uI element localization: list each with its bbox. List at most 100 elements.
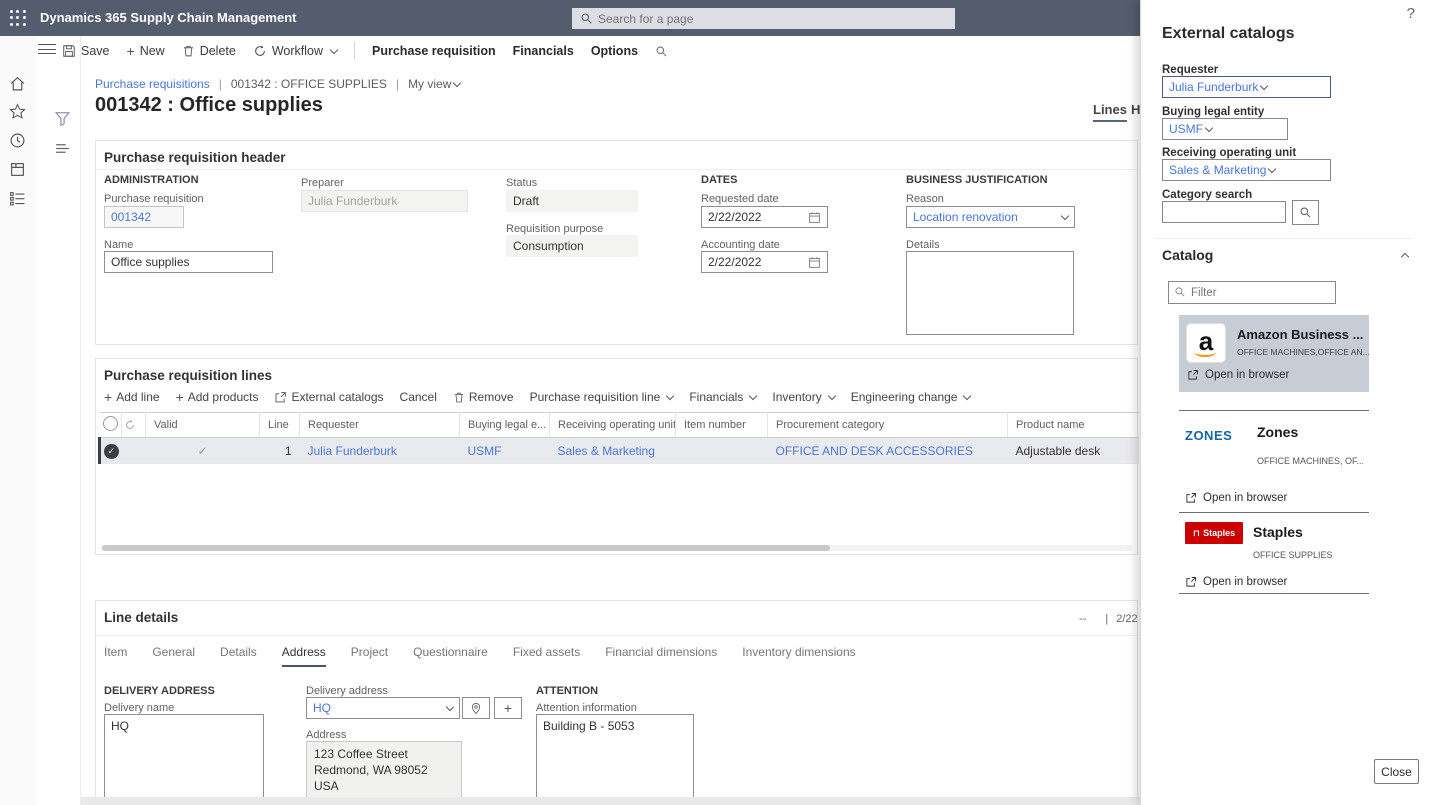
accounting-date-field[interactable]: 2/22/2022	[701, 251, 828, 273]
purchase-requisition-line-menu[interactable]: Purchase requisition line	[530, 390, 674, 404]
catalog-item-amazon[interactable]: a Amazon Business ... OFFICE MACHINES,OF…	[1179, 315, 1369, 392]
receiving-operating-unit-dropdown[interactable]: Sales & Marketing	[1162, 159, 1331, 181]
details-textarea[interactable]	[906, 251, 1074, 335]
search-input[interactable]	[572, 8, 955, 29]
section-title[interactable]: Line details	[104, 610, 178, 625]
view-selector[interactable]: My view	[408, 77, 460, 91]
requester-dropdown[interactable]: Julia Funderburk	[1162, 76, 1331, 98]
open-in-browser-link[interactable]: Open in browser	[1185, 576, 1287, 588]
tab-fixed-assets[interactable]: Fixed assets	[513, 645, 580, 667]
workflow-button[interactable]: Workflow	[253, 44, 337, 58]
attention-information-textarea[interactable]: Building B - 5053	[536, 714, 694, 804]
actionpane-search-icon[interactable]	[655, 45, 668, 58]
purchase-requisition-field[interactable]: 001342	[104, 206, 184, 228]
column-line[interactable]: Line	[260, 413, 300, 438]
delivery-address-dropdown[interactable]: HQ	[306, 697, 460, 719]
purchase-requisition-label: Purchase requisition	[104, 193, 204, 205]
tab-details[interactable]: Details	[220, 645, 257, 667]
app-launcher-icon[interactable]	[10, 10, 27, 27]
tab-lines[interactable]: Lines	[1093, 102, 1127, 122]
section-title[interactable]: Purchase requisition header	[104, 150, 286, 165]
close-button[interactable]: Close	[1374, 759, 1419, 784]
column-item-number[interactable]: Item number	[676, 413, 768, 438]
tab-general[interactable]: General	[152, 645, 195, 667]
add-address-button[interactable]: +	[494, 697, 522, 719]
requested-date-field[interactable]: 2/22/2022	[701, 206, 828, 228]
category-search-input[interactable]	[1162, 201, 1286, 223]
column-procurement-category[interactable]: Procurement category	[768, 413, 1008, 438]
tab-item[interactable]: Item	[104, 645, 127, 667]
chevron-up-icon[interactable]	[1401, 253, 1409, 261]
column-requester[interactable]: Requester	[300, 413, 460, 438]
app-title[interactable]: Dynamics 365 Supply Chain Management	[40, 0, 296, 36]
home-icon[interactable]	[9, 75, 27, 93]
engineering-change-menu[interactable]: Engineering change	[851, 390, 971, 404]
filter-funnel-icon[interactable]	[54, 110, 71, 127]
modules-list-icon[interactable]	[9, 190, 27, 208]
catalog-section-heading[interactable]: Catalog	[1162, 247, 1213, 263]
calendar-icon[interactable]	[808, 256, 821, 269]
workspaces-icon[interactable]	[9, 161, 27, 179]
delete-button[interactable]: Delete	[182, 44, 236, 58]
hamburger-menu-icon[interactable]	[38, 44, 56, 56]
external-catalogs-button[interactable]: External catalogs	[274, 390, 383, 404]
column-receiving-operating-unit[interactable]: Receiving operating unit	[550, 413, 676, 438]
row-buying-legal-entity-link[interactable]: USMF	[460, 438, 550, 464]
catalog-item-staples[interactable]: ⊓Staples Staples OFFICE SUPPLIES Open in…	[1179, 516, 1369, 593]
details-label: Details	[906, 239, 940, 251]
open-in-browser-link[interactable]: Open in browser	[1187, 369, 1289, 381]
tab-project[interactable]: Project	[351, 645, 388, 667]
cancel-button[interactable]: Cancel	[400, 390, 437, 404]
financials-menu[interactable]: Financials	[689, 390, 756, 404]
line-details-tabs: Item General Details Address Project Que…	[104, 645, 856, 667]
row-requester-link[interactable]: Julia Funderburk	[300, 438, 460, 464]
tab-options[interactable]: Options	[591, 44, 638, 58]
related-info-icon[interactable]	[54, 140, 71, 157]
tab-purchase-requisition[interactable]: Purchase requisition	[372, 44, 496, 58]
select-all-header[interactable]	[100, 413, 122, 438]
favorites-star-icon[interactable]	[9, 103, 27, 121]
buying-legal-entity-dropdown[interactable]: USMF	[1162, 118, 1288, 140]
save-button[interactable]: Save	[62, 44, 110, 58]
open-in-browser-link[interactable]: Open in browser	[1185, 492, 1287, 504]
horizontal-scrollbar[interactable]	[100, 545, 1133, 551]
reason-dropdown[interactable]: Location renovation	[906, 206, 1075, 228]
tab-address[interactable]: Address	[282, 645, 326, 667]
staples-logo: ⊓Staples	[1185, 522, 1243, 544]
refresh-column-header[interactable]	[122, 413, 146, 438]
recent-clock-icon[interactable]	[9, 132, 27, 150]
name-field[interactable]: Office supplies	[104, 251, 273, 273]
tab-questionnaire[interactable]: Questionnaire	[413, 645, 488, 667]
scrollbar-thumb[interactable]	[102, 545, 830, 551]
preparer-field: Julia Funderburk	[301, 190, 468, 212]
add-line-button[interactable]: +Add line	[104, 390, 160, 404]
name-label: Name	[104, 239, 133, 251]
catalog-item-zones[interactable]: ZONES Zones OFFICE MACHINES, OF... Open …	[1179, 414, 1369, 511]
add-products-button[interactable]: +Add products	[176, 390, 259, 404]
help-icon[interactable]: ?	[1407, 5, 1415, 22]
inventory-menu[interactable]: Inventory	[772, 390, 834, 404]
remove-button[interactable]: Remove	[453, 390, 514, 404]
column-valid[interactable]: Valid	[146, 413, 260, 438]
row-procurement-category-link[interactable]: OFFICE AND DESK ACCESSORIES	[768, 438, 1008, 464]
map-pin-button[interactable]	[462, 697, 490, 719]
grid-toolbar: +Add line +Add products External catalog…	[104, 390, 970, 404]
tab-inventory-dimensions[interactable]: Inventory dimensions	[742, 645, 855, 667]
row-receiving-operating-unit-link[interactable]: Sales & Marketing	[550, 438, 676, 464]
column-product-name[interactable]: Product name	[1008, 413, 1139, 438]
tab-header-partial[interactable]: H	[1131, 102, 1140, 117]
calendar-icon[interactable]	[808, 211, 821, 224]
tab-financial-dimensions[interactable]: Financial dimensions	[605, 645, 717, 667]
filter-input[interactable]	[1169, 282, 1335, 303]
table-row[interactable]: ✓ ✓ 1 Julia Funderburk USMF Sales & Mark…	[100, 438, 1139, 464]
column-buying-legal-entity[interactable]: Buying legal e...	[460, 413, 550, 438]
new-button[interactable]: + New	[127, 44, 165, 58]
category-search-button[interactable]	[1292, 200, 1319, 225]
delivery-name-textarea[interactable]: HQ	[104, 714, 264, 804]
section-title[interactable]: Purchase requisition lines	[104, 368, 272, 383]
row-select-checkbox[interactable]: ✓	[100, 438, 122, 464]
breadcrumb-root-link[interactable]: Purchase requisitions	[95, 77, 210, 91]
bottom-scroll-strip[interactable]	[81, 797, 1140, 805]
tab-financials[interactable]: Financials	[513, 44, 574, 58]
row-item-number[interactable]	[676, 438, 768, 464]
